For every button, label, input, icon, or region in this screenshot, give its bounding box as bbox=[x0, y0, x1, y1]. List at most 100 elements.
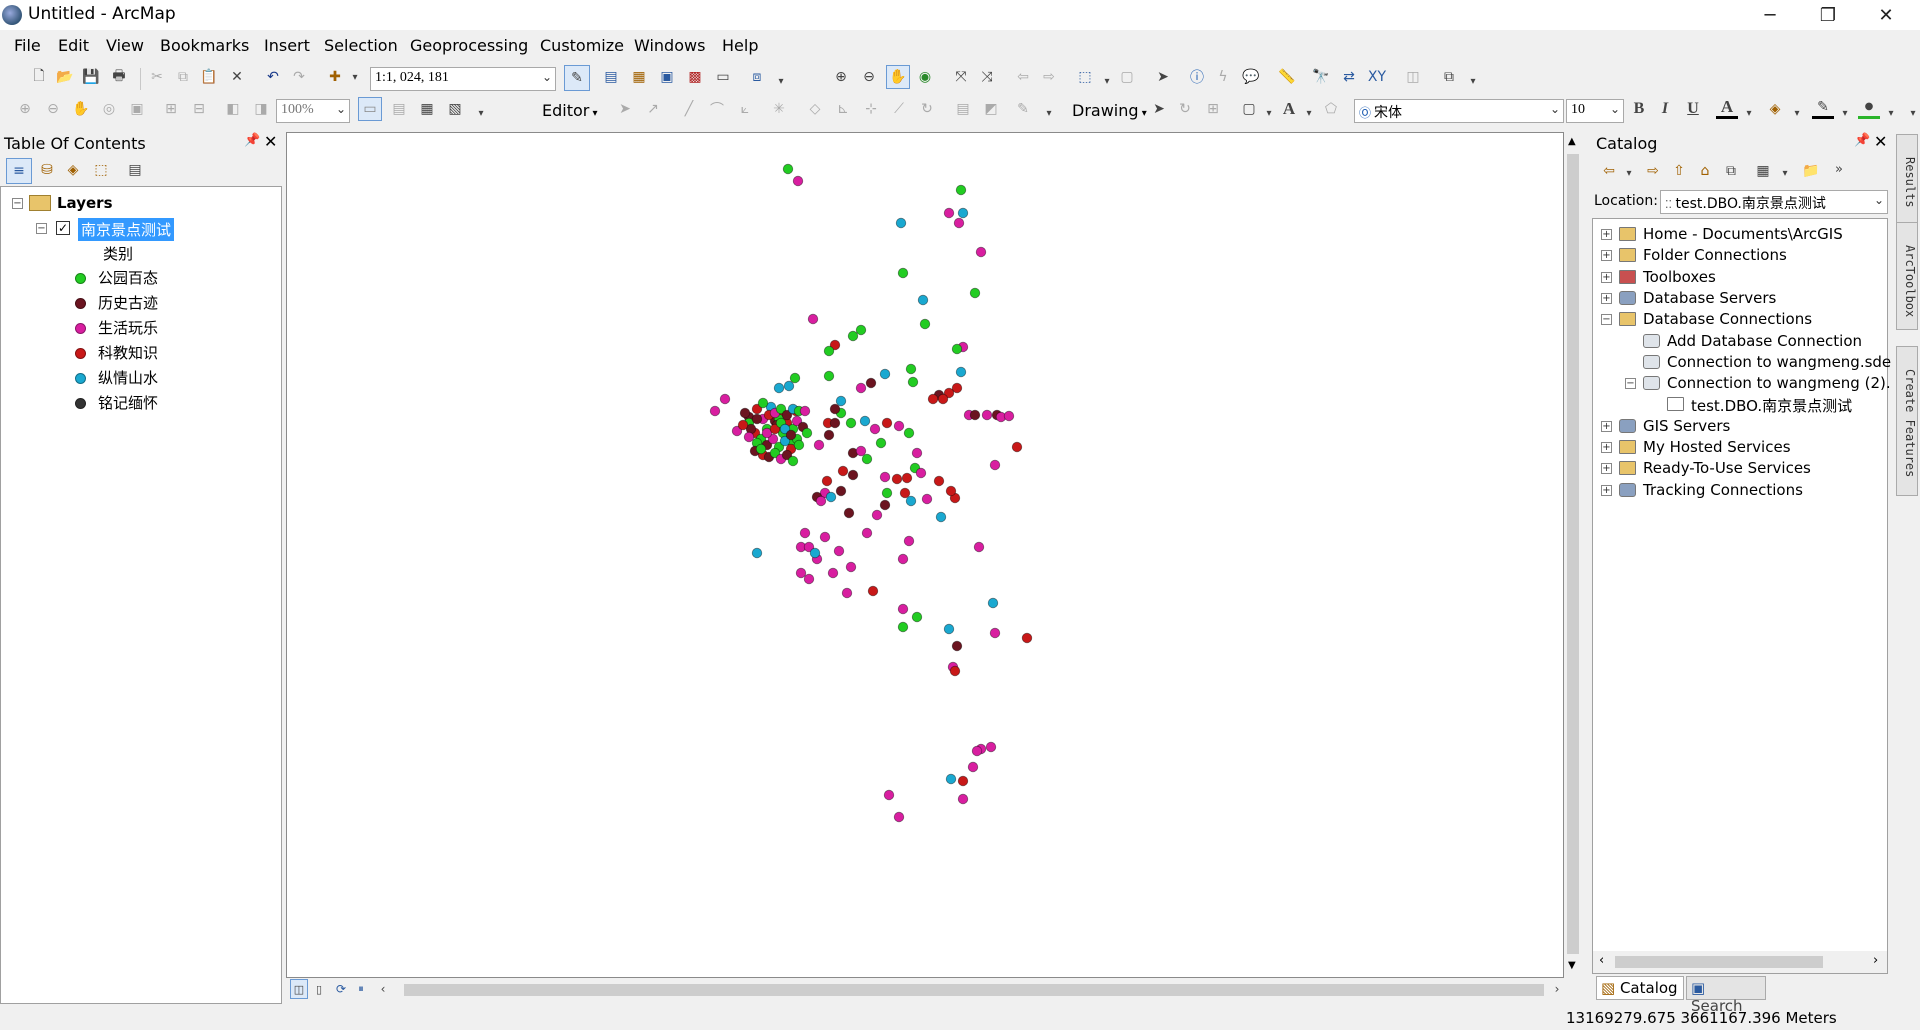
toolbar-overflow-icon[interactable]: ▾ bbox=[1038, 102, 1060, 124]
split-tool-icon[interactable]: ⟋ bbox=[888, 98, 910, 120]
connect-to-folder-icon[interactable]: ⧉ bbox=[1720, 160, 1742, 182]
select-features-icon[interactable]: ⬚ bbox=[1074, 66, 1096, 88]
more-options-icon[interactable]: » bbox=[1828, 158, 1850, 180]
tree-expander-icon[interactable]: + bbox=[1601, 250, 1612, 262]
end-point-arc-icon[interactable]: ⌒ bbox=[706, 98, 728, 120]
add-data-icon[interactable]: ✚ bbox=[324, 66, 346, 88]
time-slider-icon[interactable]: ◫ bbox=[1402, 66, 1424, 88]
fill-color-dropdown-icon[interactable]: ▾ bbox=[1786, 102, 1808, 124]
font-color-dropdown-icon[interactable]: ▾ bbox=[1738, 102, 1760, 124]
map-point-marker[interactable] bbox=[927, 393, 939, 405]
scroll-down-icon[interactable]: ▼ bbox=[1568, 960, 1576, 971]
map-point-marker[interactable] bbox=[895, 217, 907, 229]
zoom-whole-page-icon[interactable]: ◎ bbox=[98, 98, 120, 120]
legend-label-lishi[interactable]: 历史古迹 bbox=[98, 292, 158, 313]
map-point-marker[interactable] bbox=[897, 603, 909, 615]
full-extent-globe-icon[interactable]: ◉ bbox=[914, 66, 936, 88]
fixed-zoom-in-icon[interactable]: ⤧ bbox=[950, 66, 972, 88]
map-point-marker[interactable] bbox=[785, 429, 797, 441]
pan-hand-icon[interactable]: ✋ bbox=[886, 65, 910, 89]
map-point-marker[interactable] bbox=[981, 409, 993, 421]
catalog-tree-item[interactable]: + Database Servers bbox=[1593, 289, 1885, 309]
line-color-dropdown-icon[interactable]: ▾ bbox=[1834, 102, 1856, 124]
new-folder-icon[interactable]: 📁 bbox=[1800, 160, 1822, 182]
map-point-marker[interactable] bbox=[907, 376, 919, 388]
tree-expander-icon[interactable]: − bbox=[1625, 378, 1636, 390]
catalog-horizontal-scrollbar[interactable]: ‹ › bbox=[1593, 951, 1887, 973]
map-point-marker[interactable] bbox=[973, 541, 985, 553]
map-point-marker[interactable] bbox=[847, 330, 859, 342]
map-point-marker[interactable] bbox=[809, 547, 821, 559]
map-point-marker[interactable] bbox=[897, 621, 909, 633]
rectangle-dropdown-icon[interactable]: ▾ bbox=[1258, 102, 1280, 124]
map-point-marker[interactable] bbox=[875, 437, 887, 449]
edit-annotation-icon[interactable]: ↗ bbox=[642, 98, 664, 120]
map-point-marker[interactable] bbox=[893, 811, 905, 823]
edit-vertices-drawing-icon[interactable]: ⬠ bbox=[1320, 98, 1342, 120]
map-point-marker[interactable] bbox=[825, 491, 837, 503]
create-features-icon[interactable]: ✎ bbox=[1012, 98, 1034, 120]
arctoolbox-icon[interactable]: ▩ bbox=[684, 66, 706, 88]
menu-geoprocessing[interactable]: Geoprocessing bbox=[410, 36, 528, 55]
map-point-marker[interactable] bbox=[855, 445, 867, 457]
create-viewer-window-icon[interactable]: ⧉ bbox=[1438, 66, 1460, 88]
map-point-marker[interactable] bbox=[837, 465, 849, 477]
change-layout-icon[interactable]: ▦ bbox=[416, 98, 438, 120]
legend-label-gongyuan[interactable]: 公园百态 bbox=[98, 267, 158, 288]
map-point-marker[interactable] bbox=[879, 368, 891, 380]
map-point-marker[interactable] bbox=[801, 427, 813, 439]
map-point-marker[interactable] bbox=[793, 439, 805, 451]
map-data-view[interactable] bbox=[286, 132, 1564, 978]
map-point-marker[interactable] bbox=[905, 363, 917, 375]
map-point-marker[interactable] bbox=[719, 393, 731, 405]
map-point-marker[interactable] bbox=[955, 184, 967, 196]
map-point-marker[interactable] bbox=[957, 793, 969, 805]
cut-polygons-icon[interactable]: ⊹ bbox=[860, 98, 882, 120]
line-color-icon[interactable]: ✎ bbox=[1812, 97, 1834, 119]
zoom-to-selected-elements-icon[interactable]: ⊞ bbox=[1202, 98, 1224, 120]
map-point-marker[interactable] bbox=[821, 475, 833, 487]
edit-tool-icon[interactable]: ➤ bbox=[614, 98, 636, 120]
map-point-marker[interactable] bbox=[945, 773, 957, 785]
font-color-icon[interactable]: A bbox=[1716, 97, 1738, 119]
home-icon[interactable]: ⌂ bbox=[1694, 160, 1716, 182]
map-point-marker[interactable] bbox=[891, 473, 903, 485]
previous-extent-layout-icon[interactable]: ◧ bbox=[222, 98, 244, 120]
toc-close-button[interactable]: ✕ bbox=[264, 132, 277, 151]
focus-data-frame-icon[interactable]: ▤ bbox=[388, 98, 410, 120]
list-by-selection-icon[interactable]: ⬚ bbox=[90, 159, 112, 181]
catalog-tree-item[interactable]: Connection to wangmeng.sde bbox=[1593, 353, 1891, 373]
layer-name-label[interactable]: 南京景点测试 bbox=[78, 218, 175, 241]
map-point-marker[interactable] bbox=[827, 567, 839, 579]
scroll-left-icon[interactable]: ‹ bbox=[374, 979, 392, 999]
map-point-marker[interactable] bbox=[841, 587, 853, 599]
map-point-marker[interactable] bbox=[789, 372, 801, 384]
map-point-marker[interactable] bbox=[897, 553, 909, 565]
select-elements-arrow-icon[interactable]: ➤ bbox=[1152, 66, 1174, 88]
map-point-marker[interactable] bbox=[943, 623, 955, 635]
map-point-marker[interactable] bbox=[989, 627, 1001, 639]
list-by-drawing-order-icon[interactable]: ≡ bbox=[6, 158, 32, 184]
map-point-marker[interactable] bbox=[869, 423, 881, 435]
map-point-marker[interactable] bbox=[897, 267, 909, 279]
add-data-dropdown-icon[interactable]: ▾ bbox=[344, 66, 366, 88]
map-point-marker[interactable] bbox=[739, 407, 751, 419]
map-point-marker[interactable] bbox=[819, 531, 831, 543]
identify-icon[interactable]: ⓘ bbox=[1186, 66, 1208, 88]
map-point-marker[interactable] bbox=[949, 665, 961, 677]
table-of-contents-icon[interactable]: ▤ bbox=[600, 66, 622, 88]
view-dropdown-icon[interactable]: ▾ bbox=[1774, 162, 1796, 184]
layout-zoom-out-icon[interactable]: ⊖ bbox=[42, 98, 64, 120]
map-point-marker[interactable] bbox=[815, 495, 827, 507]
map-point-marker[interactable] bbox=[971, 745, 983, 757]
point-icon[interactable]: ✳ bbox=[768, 98, 790, 120]
html-popup-icon[interactable]: 💬 bbox=[1240, 66, 1262, 88]
menu-selection[interactable]: Selection bbox=[324, 36, 398, 55]
map-point-marker[interactable] bbox=[847, 469, 859, 481]
scroll-thumb[interactable] bbox=[1615, 956, 1823, 968]
map-horizontal-scroll-thumb[interactable] bbox=[404, 984, 1544, 996]
map-point-marker[interactable] bbox=[861, 453, 873, 465]
map-point-marker[interactable] bbox=[835, 485, 847, 497]
map-point-marker[interactable] bbox=[951, 640, 963, 652]
new-text-icon[interactable]: A bbox=[1278, 98, 1300, 120]
